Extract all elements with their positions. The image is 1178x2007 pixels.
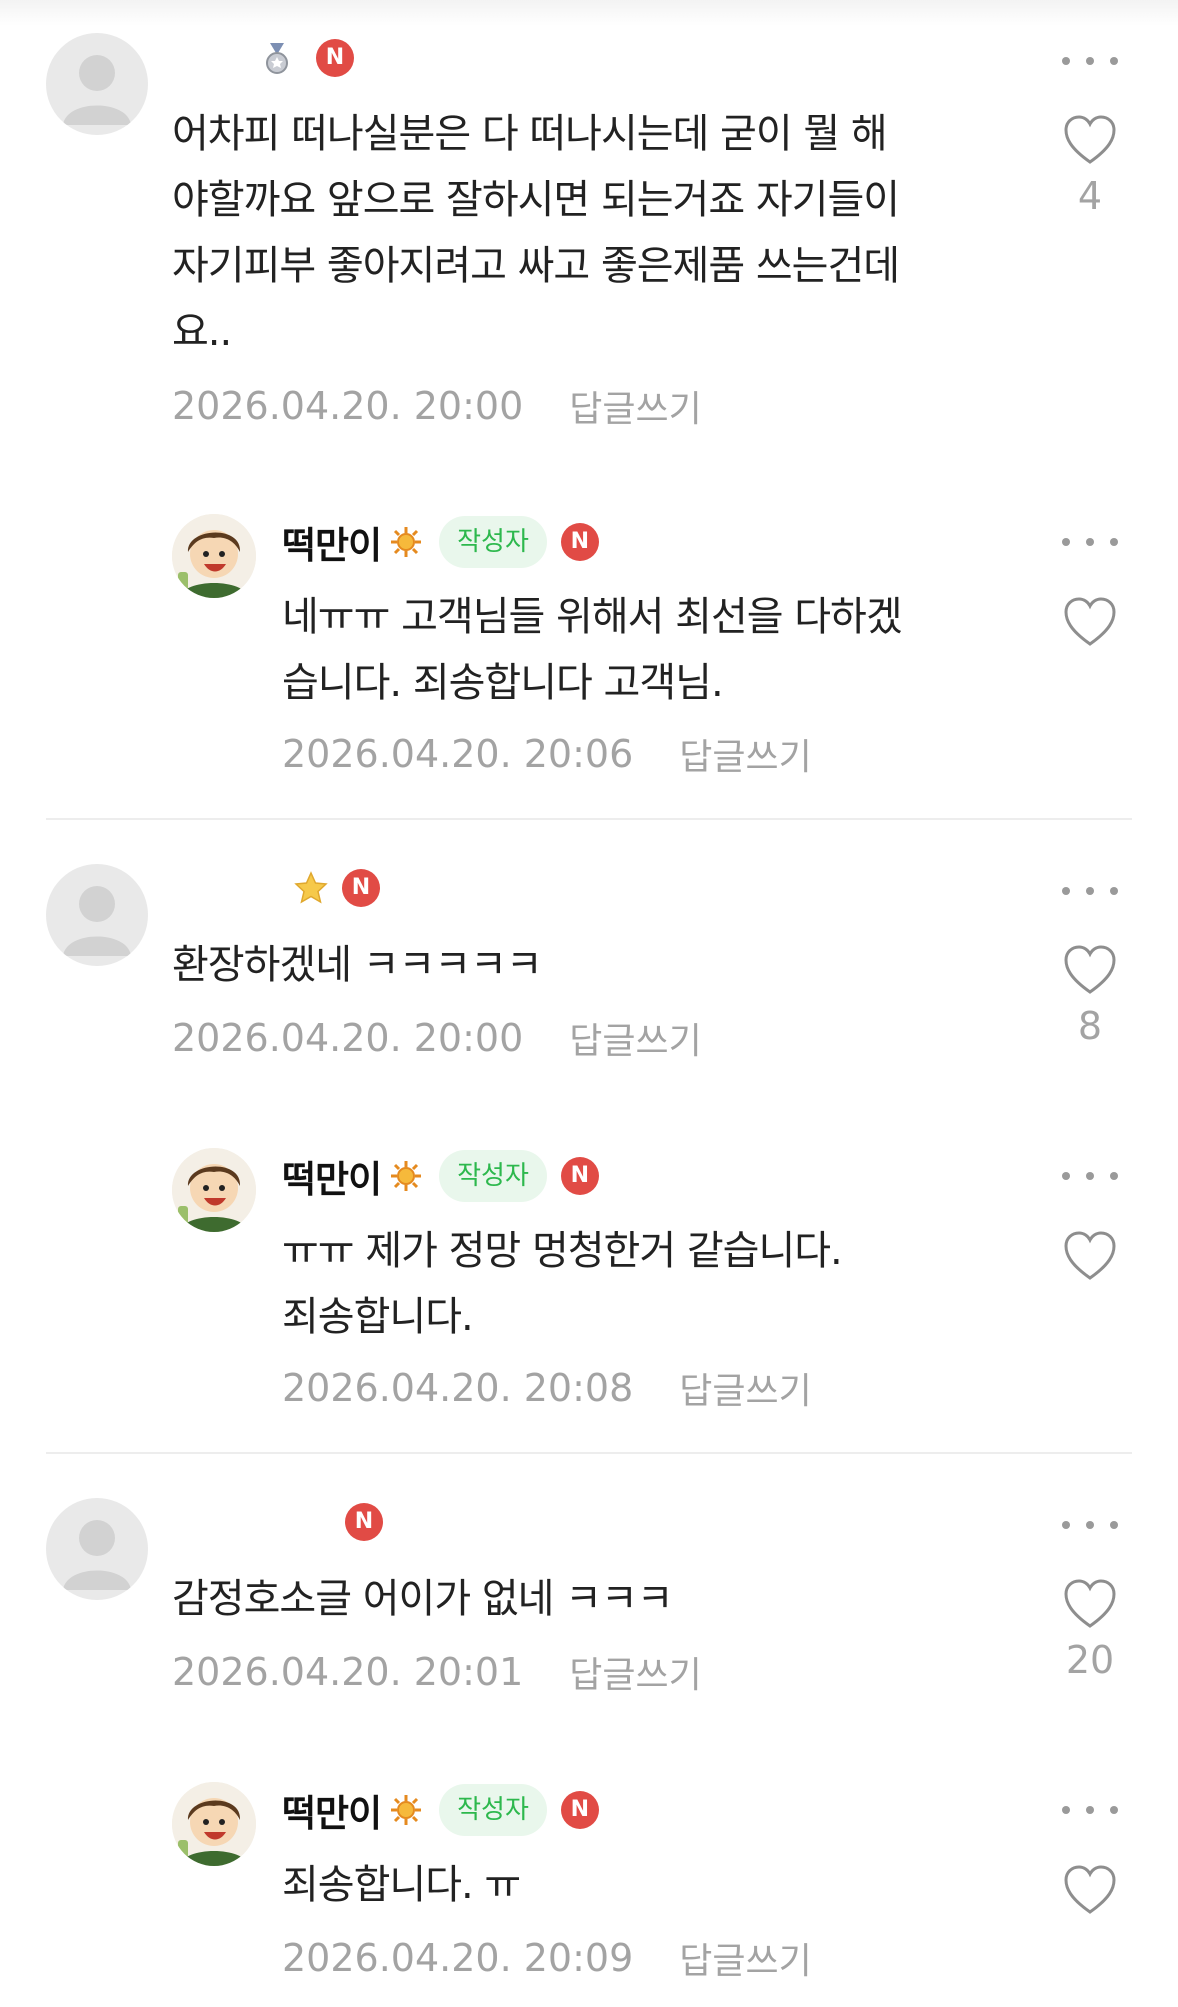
write-reply-link[interactable]: 답글쓰기 [569,1646,701,1698]
reply-meta: 2026.04.20. 20:09 답글쓰기 [282,1932,812,1984]
new-badge: N [560,1791,599,1829]
like-count: 8 [1077,1004,1103,1048]
author-nickname[interactable]: 떡만이 [282,1149,382,1203]
thread-divider [46,1452,1132,1454]
timestamp: 2026.04.20. 20:08 [282,1366,634,1410]
new-badge: N [345,1503,383,1541]
author-avatar[interactable] [172,1782,256,1866]
reply-header: 떡만이 작성자 N [282,1782,599,1838]
user-avatar[interactable] [46,33,148,135]
sun-level-icon [389,525,423,559]
comment-meta: 2026.04.20. 20:01 답글쓰기 [172,1646,702,1698]
author-badge: 작성자 [439,1150,547,1202]
timestamp: 2026.04.20. 20:00 [172,384,524,428]
new-badge: N [560,1157,599,1195]
write-reply-link[interactable]: 답글쓰기 [569,1012,701,1064]
comment-meta: 2026.04.20. 20:00 답글쓰기 [172,1012,702,1064]
timestamp: 2026.04.20. 20:06 [282,732,634,776]
author-nickname[interactable]: 떡만이 [282,515,382,569]
medal-icon [260,41,294,75]
more-options-icon[interactable] [1062,1161,1118,1191]
comment-header: N [286,860,380,916]
comment-meta: 2026.04.20. 20:00 답글쓰기 [172,380,702,432]
more-options-icon[interactable] [1062,876,1118,906]
reply-meta: 2026.04.20. 20:06 답글쓰기 [282,728,812,780]
reply-text: 네ㅠㅠ 고객님들 위해서 최선을 다하겠 습니다. 죄송합니다 고객님. [282,594,903,706]
write-reply-link[interactable]: 답글쓰기 [679,728,811,780]
more-options-icon[interactable] [1062,1795,1118,1825]
like-count: 4 [1077,174,1103,218]
sun-level-icon [389,1793,423,1827]
write-reply-link[interactable]: 답글쓰기 [569,380,701,432]
author-badge: 작성자 [439,1784,547,1836]
thread-divider [46,818,1132,820]
author-nickname[interactable]: 떡만이 [282,1783,382,1837]
author-badge: 작성자 [439,516,547,568]
like-count: 20 [1065,1638,1115,1682]
heart-icon[interactable] [1060,1228,1120,1284]
more-options-icon[interactable] [1062,46,1118,76]
new-badge: N [342,869,380,907]
write-reply-link[interactable]: 답글쓰기 [679,1362,811,1414]
reply-meta: 2026.04.20. 20:08 답글쓰기 [282,1362,812,1414]
reply-header: 떡만이 작성자 N [282,1148,599,1204]
comment-header: N [345,1494,383,1550]
new-badge: N [316,39,354,77]
star-icon [294,871,328,905]
heart-icon[interactable] [1060,594,1120,650]
reply-text: 죄송합니다. ㅠ [282,1862,521,1908]
heart-icon[interactable] [1060,112,1120,168]
default-profile-icon [63,886,131,956]
timestamp: 2026.04.20. 20:00 [172,1016,524,1060]
heart-icon[interactable] [1060,1576,1120,1632]
cartoon-boy-avatar-icon [172,1782,256,1866]
top-scroll-shadow [0,0,1178,26]
comment-text: 환장하겠네 ㅋㅋㅋㅋㅋ [172,942,543,988]
heart-icon[interactable] [1060,1862,1120,1918]
comment-text: 감정호소글 어이가 없네 ㅋㅋㅋ [172,1576,674,1622]
default-profile-icon [63,1520,131,1590]
reply-header: 떡만이 작성자 N [282,514,599,570]
default-profile-icon [63,55,131,125]
cartoon-boy-avatar-icon [172,1148,256,1232]
author-avatar[interactable] [172,514,256,598]
user-avatar[interactable] [46,864,148,966]
user-avatar[interactable] [46,1498,148,1600]
more-options-icon[interactable] [1062,527,1118,557]
sun-level-icon [389,1159,423,1193]
timestamp: 2026.04.20. 20:01 [172,1650,524,1694]
comment-text: 어차피 떠나실분은 다 떠나시는데 굳이 뭘 해 야할까요 앞으로 잘하시면 되… [172,111,900,355]
write-reply-link[interactable]: 답글쓰기 [679,1932,811,1984]
timestamp: 2026.04.20. 20:09 [282,1936,634,1980]
more-options-icon[interactable] [1062,1510,1118,1540]
comment-header: N [252,30,354,86]
cartoon-boy-avatar-icon [172,514,256,598]
new-badge: N [560,523,599,561]
reply-text: ㅠㅠ 제가 정망 멍청한거 같습니다. 죄송합니다. [282,1228,843,1340]
heart-icon[interactable] [1060,942,1120,998]
author-avatar[interactable] [172,1148,256,1232]
